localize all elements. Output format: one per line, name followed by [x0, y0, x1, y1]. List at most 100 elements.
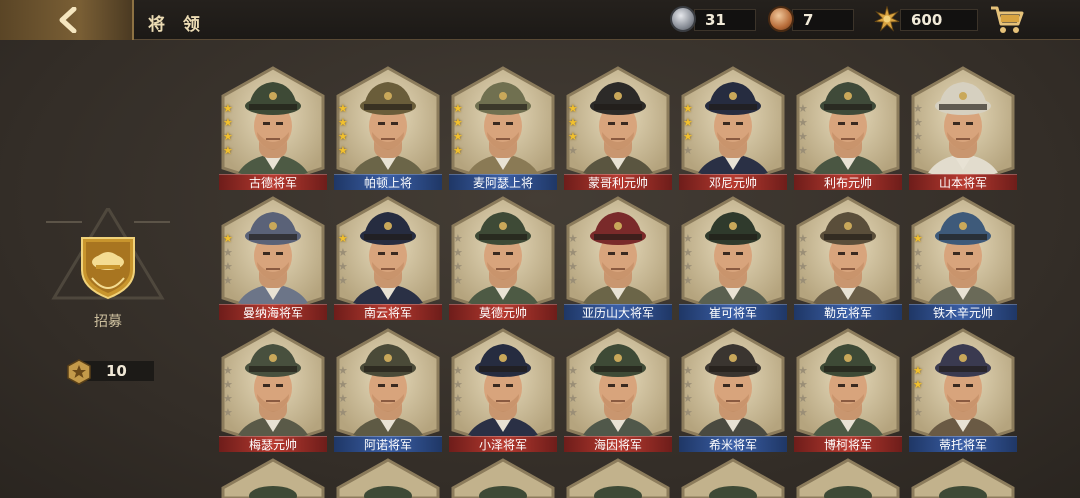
- general-card[interactable]: ★ ★ ★ ★ 南云将军: [334, 196, 442, 321]
- star-filled-icon: ★: [453, 130, 463, 143]
- general-card[interactable]: ★ ★ ★ ★ 希米将军: [679, 328, 787, 453]
- back-button[interactable]: [0, 0, 134, 40]
- general-portrait: [681, 328, 785, 448]
- star-filled-icon: ★: [223, 144, 233, 157]
- general-name: 蒙哥利元帅: [564, 174, 672, 190]
- star-empty-icon: ★: [683, 246, 693, 259]
- recruit-label: 招募: [94, 314, 122, 330]
- general-card-partial[interactable]: [334, 458, 442, 498]
- general-card-partial[interactable]: [679, 458, 787, 498]
- general-card[interactable]: ★ ★ ★ ★ 邓尼元帅: [679, 66, 787, 191]
- star-filled-icon: ★: [453, 116, 463, 129]
- general-portrait: [336, 66, 440, 186]
- star-rating: ★ ★ ★ ★: [568, 364, 578, 419]
- general-card[interactable]: ★ ★ ★ ★ 博柯将军: [794, 328, 902, 453]
- star-filled-icon: ★: [223, 102, 233, 115]
- general-card[interactable]: ★ ★ ★ ★ 古德将军: [219, 66, 327, 191]
- star-rating: ★ ★ ★ ★: [338, 102, 348, 157]
- general-card[interactable]: ★ ★ ★ ★ 曼纳海将军: [219, 196, 327, 321]
- badge-medal-icon: [67, 359, 91, 385]
- general-portrait: [221, 328, 325, 448]
- bronze-medal-count: 7: [792, 9, 854, 31]
- star-rating: ★ ★ ★ ★: [453, 364, 463, 419]
- chevron-left-icon: [59, 7, 77, 33]
- general-portrait: [681, 196, 785, 316]
- star-empty-icon: ★: [913, 274, 923, 287]
- general-card-partial[interactable]: [449, 458, 557, 498]
- star-empty-icon: ★: [223, 246, 233, 259]
- star-empty-icon: ★: [568, 260, 578, 273]
- general-card[interactable]: ★ ★ ★ ★ 小泽将军: [449, 328, 557, 453]
- general-name: 铁木辛元帅: [909, 304, 1017, 320]
- recruit-cost-value: 10: [82, 361, 154, 381]
- general-card[interactable]: ★ ★ ★ ★ 阿诺将军: [334, 328, 442, 453]
- star-empty-icon: ★: [683, 144, 693, 157]
- star-empty-icon: ★: [338, 406, 348, 419]
- star-empty-icon: ★: [913, 406, 923, 419]
- star-empty-icon: ★: [223, 392, 233, 405]
- general-card[interactable]: ★ ★ ★ ★ 亚历山大将军: [564, 196, 672, 321]
- general-card-partial[interactable]: [909, 458, 1017, 498]
- general-card[interactable]: ★ ★ ★ ★ 海因将军: [564, 328, 672, 453]
- general-card-partial[interactable]: [219, 458, 327, 498]
- star-empty-icon: ★: [223, 364, 233, 377]
- general-card[interactable]: ★ ★ ★ ★ 莫德元帅: [449, 196, 557, 321]
- star-empty-icon: ★: [338, 260, 348, 273]
- star-filled-icon: ★: [338, 116, 348, 129]
- general-card[interactable]: ★ ★ ★ ★ 梅瑟元帅: [219, 328, 327, 453]
- general-name: 麦阿瑟上将: [449, 174, 557, 190]
- general-card[interactable]: ★ ★ ★ ★ 勒克将军: [794, 196, 902, 321]
- star-empty-icon: ★: [338, 246, 348, 259]
- star-empty-icon: ★: [913, 130, 923, 143]
- silver-medal-count: 31: [694, 9, 756, 31]
- general-portrait: [566, 328, 670, 448]
- general-card[interactable]: ★ ★ ★ ★ 山本将军: [909, 66, 1017, 191]
- general-card[interactable]: ★ ★ ★ ★ 蒂托将军: [909, 328, 1017, 453]
- star-rating: ★ ★ ★ ★: [798, 102, 808, 157]
- star-rating: ★ ★ ★ ★: [683, 364, 693, 419]
- general-name: 古德将军: [219, 174, 327, 190]
- general-card[interactable]: ★ ★ ★ ★ 铁木辛元帅: [909, 196, 1017, 321]
- star-empty-icon: ★: [798, 130, 808, 143]
- general-portrait: [336, 196, 440, 316]
- star-rating: ★ ★ ★ ★: [338, 364, 348, 419]
- general-card[interactable]: ★ ★ ★ ★ 蒙哥利元帅: [564, 66, 672, 191]
- star-empty-icon: ★: [798, 116, 808, 129]
- star-empty-icon: ★: [568, 232, 578, 245]
- general-name: 阿诺将军: [334, 436, 442, 452]
- general-name: 海因将军: [564, 436, 672, 452]
- star-rating: ★ ★ ★ ★: [798, 232, 808, 287]
- star-rating: ★ ★ ★ ★: [913, 232, 923, 287]
- star-empty-icon: ★: [798, 144, 808, 157]
- shop-cart-icon[interactable]: [989, 4, 1025, 36]
- general-card[interactable]: ★ ★ ★ ★ 帕顿上将: [334, 66, 442, 191]
- general-card[interactable]: ★ ★ ★ ★ 利布元帅: [794, 66, 902, 191]
- star-empty-icon: ★: [338, 392, 348, 405]
- general-card[interactable]: ★ ★ ★ ★ 麦阿瑟上将: [449, 66, 557, 191]
- general-name: 蒂托将军: [909, 436, 1017, 452]
- star-rating: ★ ★ ★ ★: [568, 232, 578, 287]
- general-portrait: [566, 196, 670, 316]
- general-name: 崔可将军: [679, 304, 787, 320]
- general-portrait: [796, 328, 900, 448]
- star-rating: ★ ★ ★ ★: [913, 102, 923, 157]
- general-name: 邓尼元帅: [679, 174, 787, 190]
- star-empty-icon: ★: [338, 274, 348, 287]
- star-filled-icon: ★: [338, 102, 348, 115]
- star-empty-icon: ★: [568, 364, 578, 377]
- star-empty-icon: ★: [568, 144, 578, 157]
- general-card-partial[interactable]: [564, 458, 672, 498]
- general-card[interactable]: ★ ★ ★ ★ 崔可将军: [679, 196, 787, 321]
- star-filled-icon: ★: [223, 232, 233, 245]
- star-empty-icon: ★: [683, 364, 693, 377]
- general-name: 梅瑟元帅: [219, 436, 327, 452]
- general-name: 勒克将军: [794, 304, 902, 320]
- star-empty-icon: ★: [798, 260, 808, 273]
- star-filled-icon: ★: [568, 130, 578, 143]
- general-portrait: [336, 328, 440, 448]
- star-empty-icon: ★: [568, 378, 578, 391]
- star-empty-icon: ★: [913, 392, 923, 405]
- star-filled-icon: ★: [338, 232, 348, 245]
- star-empty-icon: ★: [568, 274, 578, 287]
- general-card-partial[interactable]: [794, 458, 902, 498]
